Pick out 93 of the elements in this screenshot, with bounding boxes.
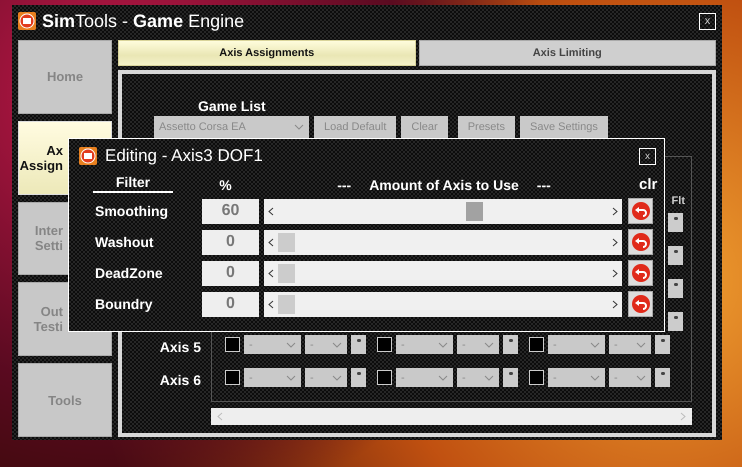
slider[interactable]	[264, 198, 622, 224]
app-logo-icon	[18, 12, 36, 30]
filter-button[interactable]	[668, 246, 683, 265]
sidebar-button[interactable]: Home	[18, 40, 112, 114]
chevron-down-icon	[286, 342, 296, 348]
chevron-down-icon	[286, 374, 296, 380]
tab[interactable]: Axis Limiting	[418, 40, 716, 66]
dropdown[interactable]: -	[548, 335, 605, 354]
checkbox[interactable]	[377, 370, 392, 385]
filter-button[interactable]	[668, 213, 683, 232]
slider-thumb[interactable]	[278, 232, 295, 252]
dropdown[interactable]: -	[609, 335, 651, 354]
dropdown[interactable]: -	[548, 368, 605, 387]
chevron-down-icon	[590, 374, 600, 380]
scroll-right-icon[interactable]	[612, 238, 618, 246]
slider[interactable]	[264, 230, 622, 254]
value-field[interactable]: 0	[202, 260, 259, 286]
action-button[interactable]: Clear	[401, 116, 448, 138]
filter-button[interactable]	[668, 312, 683, 331]
chevron-down-icon	[484, 342, 494, 348]
reset-button[interactable]	[628, 229, 653, 255]
close-button[interactable]: x	[639, 148, 656, 164]
dash-text: ---	[337, 177, 352, 193]
dropdown[interactable]: -	[396, 335, 453, 354]
dropdown[interactable]: -	[305, 368, 347, 387]
checkbox[interactable]	[529, 337, 544, 352]
tab[interactable]: Axis Assignments	[118, 40, 416, 66]
chevron-down-icon	[484, 374, 494, 380]
filter-button[interactable]	[503, 368, 518, 387]
chevron-down-icon	[636, 374, 646, 380]
chevron-down-icon	[438, 374, 448, 380]
dash-text: ---	[536, 177, 551, 193]
app-logo-icon	[79, 147, 97, 165]
chevron-down-icon	[438, 342, 448, 348]
scroll-right-icon[interactable]	[612, 206, 618, 216]
slider-thumb[interactable]	[466, 202, 483, 220]
column-header: Flt	[672, 195, 685, 207]
dropdown[interactable]: -	[305, 335, 347, 354]
axis-label: Axis 5	[158, 338, 202, 357]
column-header: Filter	[93, 174, 173, 193]
reset-button[interactable]	[628, 260, 653, 286]
scroll-right-icon[interactable]	[612, 268, 618, 278]
section-title: Game List	[198, 98, 267, 114]
dropdown[interactable]: -	[244, 368, 301, 387]
filter-button[interactable]	[668, 279, 683, 298]
dropdown[interactable]: -	[244, 335, 301, 354]
checkbox[interactable]	[225, 337, 240, 352]
filter-button[interactable]	[503, 335, 518, 354]
chevron-down-icon	[636, 342, 646, 348]
scroll-right-icon[interactable]	[612, 300, 618, 308]
value-field[interactable]: 0	[202, 292, 259, 316]
reset-button[interactable]	[628, 291, 653, 317]
dropdown[interactable]: -	[457, 368, 499, 387]
slider[interactable]	[264, 292, 622, 316]
slider[interactable]	[264, 260, 622, 286]
chevron-down-icon	[294, 124, 304, 130]
undo-icon	[630, 232, 650, 252]
chevron-down-icon	[332, 374, 342, 380]
sidebar-button[interactable]: Tools	[18, 363, 112, 437]
slider-thumb[interactable]	[278, 294, 295, 314]
checkbox[interactable]	[377, 337, 392, 352]
column-header: clr	[639, 176, 658, 193]
slider-thumb[interactable]	[278, 264, 295, 282]
scroll-left-icon[interactable]	[268, 268, 274, 278]
undo-icon	[630, 263, 650, 283]
filter-button[interactable]	[351, 335, 366, 354]
scroll-left-icon[interactable]	[268, 206, 274, 216]
undo-icon	[630, 294, 650, 314]
dropdown[interactable]: -	[609, 368, 651, 387]
column-header: %	[218, 177, 233, 193]
filter-button[interactable]	[655, 368, 670, 387]
value-field[interactable]: 60	[202, 198, 259, 224]
action-button[interactable]: Load Default	[314, 116, 396, 138]
checkbox[interactable]	[225, 370, 240, 385]
action-button[interactable]: Presets	[458, 116, 515, 138]
action-button[interactable]: Save Settings	[520, 116, 608, 138]
reset-button[interactable]	[628, 198, 653, 224]
value-field[interactable]: 0	[202, 230, 259, 254]
filter-button[interactable]	[655, 335, 670, 354]
chevron-down-icon	[590, 342, 600, 348]
dropdown[interactable]: -	[457, 335, 499, 354]
dropdown[interactable]: -	[396, 368, 453, 387]
column-header: Amount of Axis to Use	[369, 177, 519, 193]
chevron-down-icon	[332, 342, 342, 348]
undo-icon	[630, 201, 650, 221]
filter-button[interactable]	[351, 368, 366, 387]
checkbox[interactable]	[529, 370, 544, 385]
scroll-left-icon[interactable]	[268, 238, 274, 246]
close-button[interactable]: x	[699, 12, 716, 30]
game-dropdown[interactable]: Assetto Corsa EA	[154, 116, 309, 138]
axis-label: Axis 6	[158, 371, 202, 390]
scroll-left-icon[interactable]	[268, 300, 274, 308]
window-title: SimTools - Game Engine	[42, 10, 244, 32]
